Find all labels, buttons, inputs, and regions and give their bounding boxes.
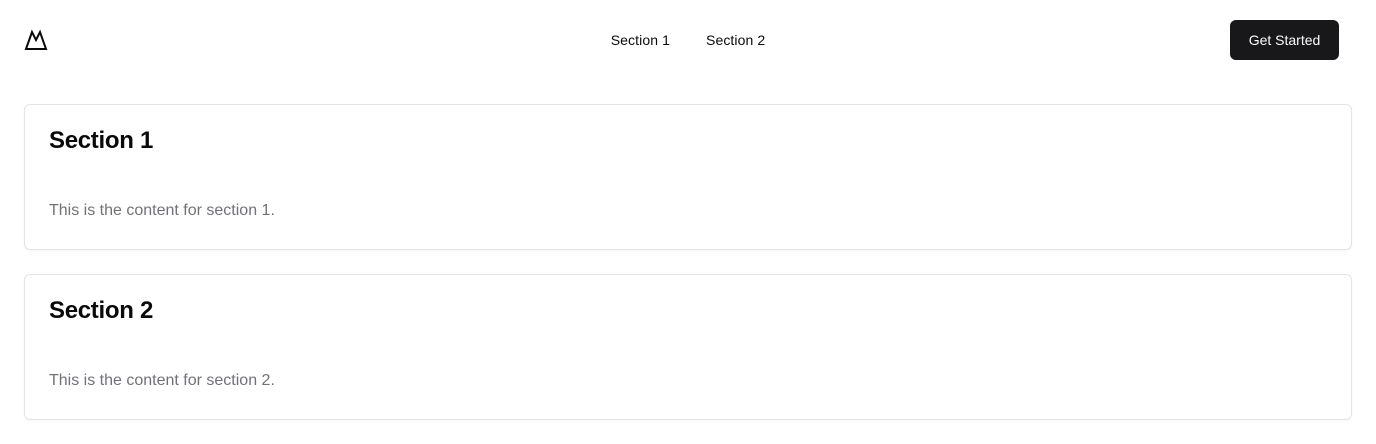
main-content: Section 1 This is the content for sectio…: [0, 80, 1376, 420]
section-title: Section 1: [49, 127, 153, 154]
section-content: This is the content for section 1.: [49, 202, 275, 219]
main-nav: Section 1 Section 2: [0, 0, 1376, 80]
mountain-icon: [24, 29, 48, 50]
nav-link-section-2[interactable]: Section 2: [706, 32, 765, 48]
section-card-2: Section 2 This is the content for sectio…: [24, 274, 1352, 420]
section-card-1: Section 1 This is the content for sectio…: [24, 104, 1352, 250]
section-title: Section 2: [49, 297, 153, 324]
logo-link[interactable]: [24, 29, 48, 51]
nav-link-section-1[interactable]: Section 1: [611, 32, 670, 48]
site-header: Section 1 Section 2 Get Started: [0, 0, 1376, 80]
get-started-button[interactable]: Get Started: [1230, 20, 1339, 60]
section-content: This is the content for section 2.: [49, 372, 275, 389]
